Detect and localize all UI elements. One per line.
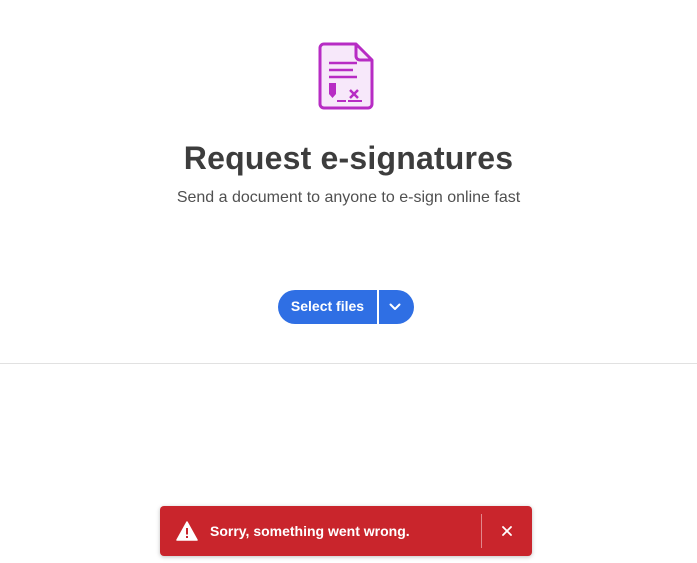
e-sign-document-icon — [318, 42, 374, 110]
select-files-button[interactable]: Select files — [278, 290, 377, 324]
select-files-dropdown-button[interactable] — [379, 290, 414, 324]
warning-icon — [176, 521, 198, 541]
chevron-down-icon — [389, 303, 401, 310]
request-signatures-page: Request e-signatures Send a document to … — [0, 0, 697, 563]
page-subtitle: Send a document to anyone to e-sign onli… — [176, 189, 521, 206]
page-title: Request e-signatures — [183, 140, 514, 176]
select-files-button-group: Select files — [278, 290, 414, 324]
toast-message: Sorry, something went wrong. — [210, 523, 410, 539]
section-divider — [0, 363, 697, 364]
error-toast: Sorry, something went wrong. — [160, 506, 532, 556]
close-icon — [502, 526, 512, 536]
toast-close-button[interactable] — [482, 506, 532, 556]
